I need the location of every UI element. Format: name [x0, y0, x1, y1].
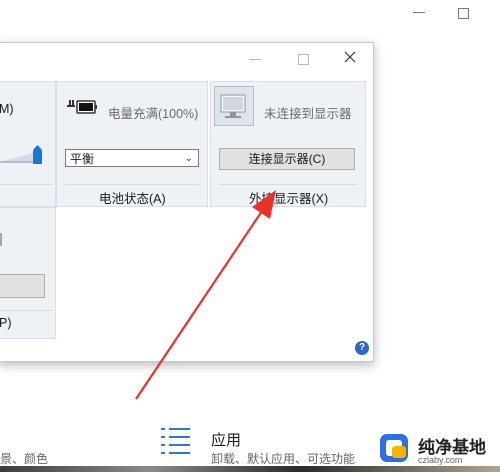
- monitor-icon: [214, 86, 254, 126]
- brightness-tile: M): [0, 81, 56, 207]
- watermark-logo-icon: [380, 434, 408, 462]
- display-tile-label: 外接显示器(X): [249, 192, 329, 206]
- power-plan-value: 平衡: [70, 152, 95, 166]
- close-icon[interactable]: [342, 49, 358, 65]
- chevron-down-icon: ⌄: [184, 153, 193, 164]
- bottom-image-strip: [0, 466, 500, 472]
- brightness-separator: [0, 184, 53, 185]
- presentation-separator: [0, 310, 53, 311]
- battery-separator: [65, 184, 199, 185]
- help-icon[interactable]: ?: [355, 341, 369, 355]
- presentation-button[interactable]: [0, 274, 45, 298]
- battery-tile: 电量充满(100%) 平衡 ⌄ 电池状态(A): [56, 81, 208, 207]
- battery-tile-label: 电池状态(A): [99, 192, 166, 206]
- mobility-center-dialog: M) 电量充满(100%) 平衡 ⌄ 电池状态(A) 未连接到显示器 连接显示器…: [0, 42, 374, 362]
- brightness-slider[interactable]: [0, 142, 49, 166]
- display-separator: [219, 184, 357, 185]
- dialog-minimize-button[interactable]: [249, 59, 261, 60]
- dialog-maximize-button[interactable]: [298, 54, 309, 65]
- personalization-description-fragment: 景、颜色: [0, 452, 49, 466]
- battery-plugged-icon: [67, 100, 97, 114]
- brightness-label: M): [0, 102, 14, 116]
- presentation-tile: ] P): [0, 207, 56, 339]
- power-plan-dropdown[interactable]: 平衡 ⌄: [65, 149, 199, 167]
- battery-status-text: 电量充满(100%): [108, 107, 199, 121]
- apps-list-icon: [161, 428, 190, 454]
- apps-settings-description: 卸载、默认应用、可选功能: [211, 452, 356, 466]
- external-display-tile: 未连接到显示器 连接显示器(C) 外接显示器(X): [210, 81, 366, 207]
- watermark-url: czlaby.com: [418, 455, 463, 465]
- apps-settings-title[interactable]: 应用: [211, 429, 241, 450]
- display-status-text: 未连接到显示器: [264, 107, 352, 121]
- presentation-top-fragment: ]: [0, 232, 2, 246]
- background-maximize-button[interactable]: [458, 8, 469, 19]
- background-minimize-button[interactable]: [413, 12, 425, 13]
- presentation-label: P): [0, 316, 12, 330]
- connect-display-button[interactable]: 连接显示器(C): [219, 148, 355, 170]
